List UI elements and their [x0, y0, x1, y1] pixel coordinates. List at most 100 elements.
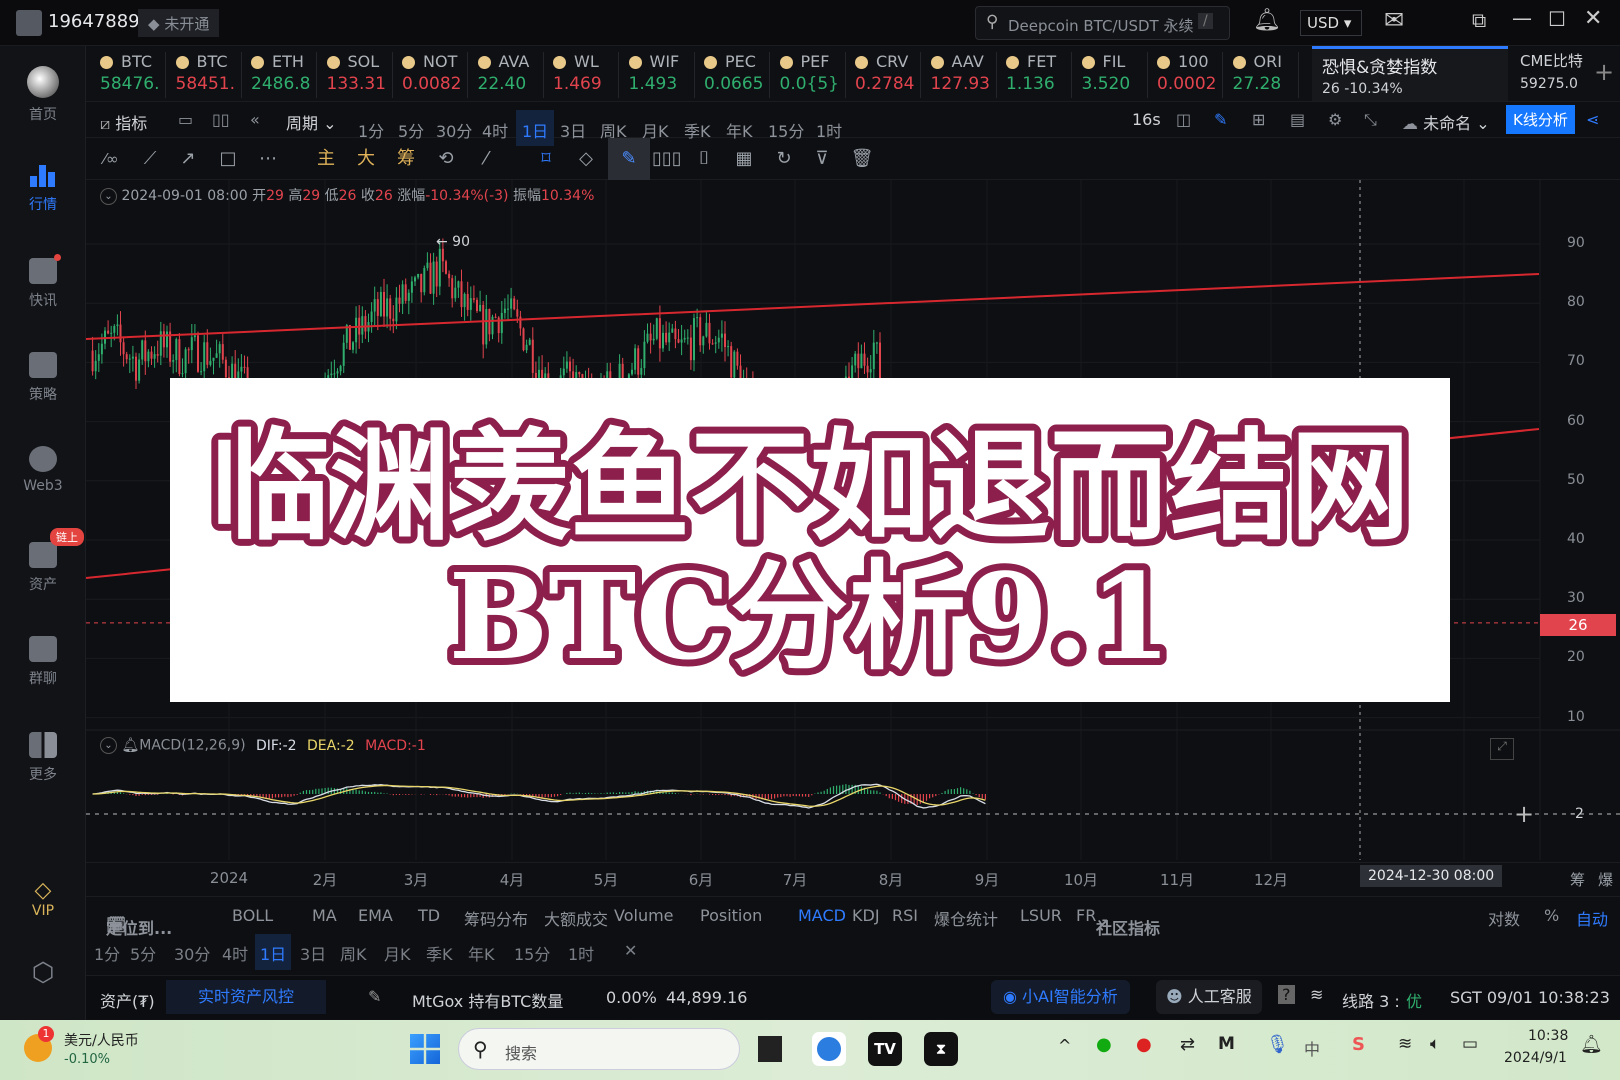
taskbar-search[interactable]: ⚲ 搜索: [458, 1028, 740, 1070]
eraser-icon[interactable]: ◇: [574, 147, 598, 171]
task-view-icon[interactable]: [758, 1036, 782, 1062]
quick-period-tab[interactable]: 季K: [426, 941, 453, 965]
avatar-icon[interactable]: [16, 10, 42, 36]
close-quick-bar-icon[interactable]: ✕: [624, 941, 637, 960]
kline-analysis-button[interactable]: K线分析: [1506, 105, 1575, 134]
ai-analysis-button[interactable]: ◉ 小AI智能分析: [991, 980, 1130, 1014]
sogou-icon[interactable]: S: [1352, 1034, 1365, 1055]
wifi-icon[interactable]: ≋: [1398, 1034, 1412, 1054]
taskbar-time[interactable]: 10:38: [1528, 1028, 1568, 1044]
rectangle-icon[interactable]: □: [216, 147, 240, 171]
settings-icon[interactable]: ⬡: [0, 958, 86, 988]
ticker-item[interactable]: WL 1.469: [545, 52, 619, 98]
main-button[interactable]: 主: [314, 147, 338, 171]
indicators-button[interactable]: ⧄ 指标: [100, 110, 147, 134]
main-indicator[interactable]: MA: [312, 906, 337, 925]
cme-card[interactable]: CME比特 59275.0: [1514, 50, 1586, 92]
ticker-item[interactable]: BTC 58476.: [92, 52, 166, 98]
volume-icon[interactable]: 🔈︎: [1430, 1034, 1440, 1054]
ticker-item[interactable]: FET 1.136: [998, 52, 1072, 98]
quick-period-tab[interactable]: 年K: [468, 941, 495, 965]
collapse-icon[interactable]: ⌄: [100, 187, 117, 205]
bell-icon[interactable]: 🔔︎: [121, 738, 139, 754]
fear-greed-card[interactable]: 恐惧&贪婪指数 26 -10.34%: [1312, 46, 1508, 101]
minimize-icon[interactable]: —: [1512, 6, 1532, 30]
sub-indicator[interactable]: LSUR: [1020, 906, 1062, 925]
network-line[interactable]: 线路 3 :: [1342, 988, 1400, 1012]
ticker-item[interactable]: CRV 0.2784: [847, 52, 921, 98]
lock-icon[interactable]: ⌷: [692, 147, 716, 171]
ticker-item[interactable]: 100 0.0002: [1149, 52, 1223, 98]
sub-indicator[interactable]: RSI: [892, 906, 918, 925]
quick-period-tab[interactable]: 1时: [568, 941, 594, 965]
settings-icon[interactable]: ⚙: [1328, 110, 1342, 129]
quick-period-tab[interactable]: 周K: [340, 941, 367, 965]
vip-status-badge[interactable]: ◆ 未开通: [138, 9, 220, 37]
collapse-icon[interactable]: ⌄: [100, 737, 117, 754]
ticker-item[interactable]: SOL 133.31: [319, 52, 393, 98]
sidebar-item-web3[interactable]: Web3: [0, 446, 86, 494]
risk-control-button[interactable]: 实时资产风控: [166, 980, 326, 1014]
ticker-item[interactable]: PEF 0.0{5}: [772, 52, 846, 98]
calendar-icon[interactable]: ▭: [178, 110, 193, 129]
app-tradingview-icon[interactable]: TV: [868, 1032, 902, 1066]
sub-indicator[interactable]: MACD: [798, 906, 846, 925]
customer-service-button[interactable]: ☻ 人工客服: [1156, 980, 1262, 1014]
app-deepcoin-icon[interactable]: [812, 1032, 846, 1066]
sidebar-item-chat[interactable]: 群聊: [0, 636, 86, 688]
quick-period-tab[interactable]: 4时: [222, 941, 248, 965]
add-ticker-button[interactable]: +: [1594, 58, 1614, 86]
ticker-item[interactable]: ORI 27.28: [1225, 52, 1299, 98]
sub-indicator[interactable]: KDJ: [852, 906, 880, 925]
expand-pane-icon[interactable]: ⤢: [1490, 738, 1514, 760]
maximize-icon[interactable]: ☐: [1548, 7, 1566, 31]
sub-indicator[interactable]: FR: [1076, 906, 1096, 925]
edit-icon[interactable]: ✎: [368, 987, 381, 1006]
ticker-item[interactable]: FIL 3.520: [1074, 52, 1148, 98]
brush-icon[interactable]: ✎: [608, 138, 650, 180]
refresh-interval[interactable]: 16s: [1132, 110, 1161, 129]
sub-indicator[interactable]: Volume: [614, 906, 674, 925]
layout-name-dropdown[interactable]: ☁ 未命名 ⌄: [1402, 110, 1490, 134]
calculator-icon[interactable]: ▤: [1290, 110, 1305, 129]
taskbar-date[interactable]: 2024/9/1: [1504, 1050, 1567, 1066]
microphone-icon[interactable]: 🎙︎: [1266, 1034, 1289, 1055]
compress-icon[interactable]: ⤡: [1364, 110, 1377, 130]
currency-select[interactable]: USD ▾: [1300, 10, 1362, 36]
more-icon[interactable]: ⋯: [256, 147, 280, 171]
main-indicator[interactable]: 大额成交: [544, 906, 608, 930]
share-icon[interactable]: ⋖: [1586, 110, 1599, 129]
ticker-item[interactable]: AVA 22.40: [470, 52, 544, 98]
camera-icon[interactable]: ◫: [1176, 110, 1191, 129]
chip-toggle[interactable]: 筹: [1570, 869, 1585, 890]
quick-period-tab[interactable]: 1日: [255, 934, 292, 970]
quick-period-tab[interactable]: 月K: [384, 941, 411, 965]
notification-bell-icon[interactable]: 🔔︎: [1580, 1034, 1603, 1055]
trend-tool-icon[interactable]: ⁄∞: [96, 147, 126, 171]
big-button[interactable]: 大: [354, 147, 378, 171]
note-icon[interactable]: ▦: [732, 147, 756, 171]
filter-icon[interactable]: ⊽: [810, 147, 834, 171]
main-indicator[interactable]: TD: [418, 906, 440, 925]
log-scale-button[interactable]: 对数: [1488, 906, 1520, 930]
ticker-item[interactable]: ETH 2486.8: [243, 52, 317, 98]
tray-app-icon[interactable]: ●: [1136, 1034, 1152, 1055]
quick-period-tab[interactable]: 5分: [130, 941, 156, 965]
main-indicator[interactable]: BOLL: [232, 906, 273, 925]
sidebar-item-assets[interactable]: 链上 资产: [0, 528, 86, 594]
main-indicator[interactable]: EMA: [358, 906, 393, 925]
app-capcut-icon[interactable]: ⧗: [924, 1032, 958, 1066]
arrow-line-icon[interactable]: ↗: [176, 147, 200, 171]
search-input[interactable]: ⚲ Deepcoin BTC/USDT 永续 /: [975, 6, 1230, 40]
auto-scale-button[interactable]: 自动: [1576, 906, 1608, 930]
swap-icon[interactable]: ⟲: [434, 147, 458, 171]
sidebar-item-strategy[interactable]: 策略: [0, 352, 86, 404]
add-window-icon[interactable]: ⊞: [1252, 110, 1265, 129]
measure-icon[interactable]: ⁄: [474, 147, 498, 171]
main-indicator[interactable]: 筹码分布: [464, 906, 528, 930]
sidebar-item-news[interactable]: 快讯: [0, 254, 86, 310]
ticker-item[interactable]: BTC 58451.: [168, 52, 242, 98]
ime-indicator[interactable]: 中: [1304, 1036, 1320, 1060]
tray-app-icon[interactable]: ●: [1096, 1034, 1112, 1055]
sub-indicator[interactable]: 爆仓统计: [934, 906, 998, 930]
